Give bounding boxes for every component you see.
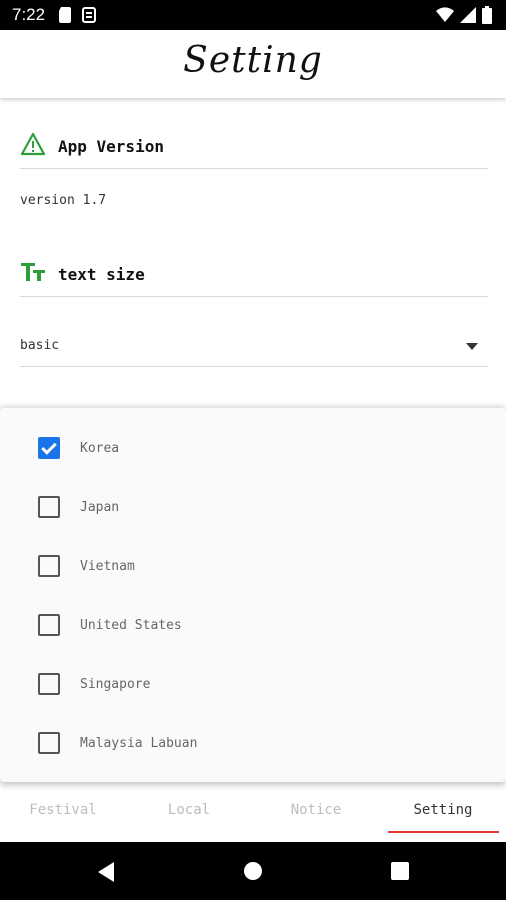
- checkbox[interactable]: [38, 496, 60, 518]
- bottom-tab-bar: Festival Local Notice Setting: [0, 782, 506, 842]
- app-version-header: App Version: [20, 124, 488, 169]
- country-label: Japan: [80, 499, 120, 515]
- country-option-vietnam[interactable]: Vietnam: [38, 551, 135, 581]
- back-icon[interactable]: [96, 861, 116, 888]
- text-size-selected: basic: [20, 338, 60, 353]
- country-label: United States: [80, 617, 182, 633]
- checkbox[interactable]: [38, 555, 60, 577]
- status-time: 7:22: [12, 5, 46, 24]
- tab-setting[interactable]: Setting: [380, 802, 506, 818]
- checkbox-checked[interactable]: [38, 437, 60, 459]
- system-nav-bar: [0, 842, 506, 900]
- country-option-korea[interactable]: Korea: [38, 433, 119, 463]
- text-size-icon: [20, 261, 46, 288]
- cell-signal-icon: [460, 7, 476, 28]
- country-label: Vietnam: [80, 558, 135, 574]
- text-size-label: text size: [58, 264, 145, 284]
- home-icon[interactable]: [243, 861, 263, 886]
- country-option-united-states[interactable]: United States: [38, 610, 182, 640]
- recents-icon[interactable]: [391, 862, 409, 885]
- page-title: Setting: [183, 40, 323, 81]
- tab-local[interactable]: Local: [126, 802, 252, 818]
- tab-festival[interactable]: Festival: [0, 802, 126, 818]
- country-sheet: Korea Japan Vietnam United States Singap…: [0, 408, 506, 782]
- text-size-dropdown[interactable]: basic: [20, 328, 488, 367]
- checkbox[interactable]: [38, 732, 60, 754]
- app-version-label: App Version: [58, 136, 164, 156]
- sd-card-icon: [58, 7, 72, 28]
- country-label: Singapore: [80, 676, 151, 692]
- checkbox[interactable]: [38, 673, 60, 695]
- wifi-icon: [436, 7, 454, 28]
- active-tab-indicator: [388, 831, 499, 833]
- tab-notice[interactable]: Notice: [253, 802, 379, 818]
- country-option-japan[interactable]: Japan: [38, 492, 119, 522]
- settings-content: App Version version 1.7 text size basic: [0, 98, 506, 408]
- country-option-singapore[interactable]: Singapore: [38, 669, 150, 699]
- battery-icon: [482, 6, 492, 29]
- app-bar: Setting: [0, 30, 506, 98]
- country-label: Korea: [80, 440, 120, 456]
- signal-app-icon: [82, 7, 96, 28]
- dropdown-arrow-icon: [466, 343, 478, 350]
- country-label: Malaysia Labuan: [80, 735, 198, 751]
- status-bar: 7:22: [0, 0, 506, 30]
- warning-triangle-icon: [20, 132, 46, 161]
- country-option-malaysia-labuan[interactable]: Malaysia Labuan: [38, 728, 197, 758]
- text-size-header: text size: [20, 252, 488, 297]
- app-version-value: version 1.7: [20, 193, 107, 208]
- checkbox[interactable]: [38, 614, 60, 636]
